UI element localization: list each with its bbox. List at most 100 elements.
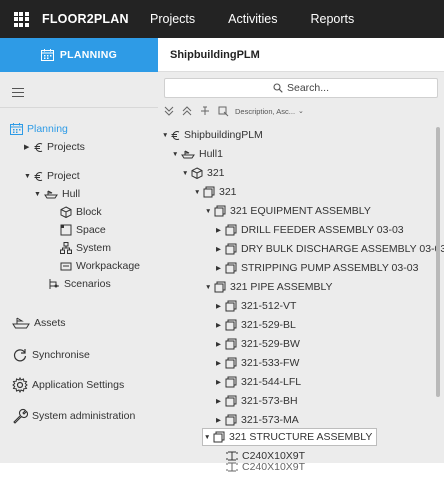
caret-down-icon[interactable]: ▼	[205, 208, 214, 215]
assembly-icon	[225, 414, 237, 426]
tree-node-pipe-child[interactable]: ▶ 321-533-FW	[216, 354, 299, 372]
tree-node-structure-child[interactable]: C240X10X9T	[226, 461, 305, 473]
tree-node-equipment-child[interactable]: ▶ DRILL FEEDER ASSEMBLY 03-03	[216, 221, 404, 239]
ship-icon	[181, 150, 195, 159]
sort-icon	[218, 106, 229, 116]
assembly-icon	[225, 243, 237, 255]
assembly-icon	[225, 338, 237, 350]
grid-icon	[13, 11, 29, 27]
workpackage-icon	[60, 262, 72, 271]
planning-mode-label: PLANNING	[59, 49, 118, 61]
caret-right-icon[interactable]: ▶	[216, 378, 225, 386]
caret-down-icon[interactable]: ▼	[24, 173, 34, 180]
sidebar-item-label: Hull	[62, 188, 81, 200]
sidebar-item-assets[interactable]: Assets	[12, 316, 66, 329]
caret-down-icon[interactable]: ▼	[182, 170, 191, 177]
nav-projects[interactable]: Projects	[150, 12, 195, 26]
menu-toggle-button[interactable]	[0, 78, 158, 108]
tree-node-label: 321 STRUCTURE ASSEMBLY	[229, 431, 373, 443]
sidebar-item-label: Synchronise	[32, 349, 90, 361]
sidebar-item-synchronise[interactable]: Synchronise	[12, 347, 90, 363]
tree-node-pipe-child[interactable]: ▶ 321-573-BH	[216, 392, 298, 410]
sidebar-item-block[interactable]: Block	[60, 206, 102, 218]
planning-mode-button[interactable]: PLANNING	[0, 38, 158, 72]
search-icon	[273, 83, 283, 93]
caret-right-icon[interactable]: ▶	[216, 302, 225, 310]
caret-right-icon[interactable]: ▶	[216, 264, 225, 272]
tree-node-pipe-child[interactable]: ▶ 321-512-VT	[216, 297, 296, 315]
sidebar-item-system-administration[interactable]: System administration	[12, 408, 135, 424]
sidebar-item-label: Project	[47, 170, 80, 182]
tree-node-pipe-child[interactable]: ▶ 321-573-MA	[216, 411, 299, 429]
tree-node-label: 321-529-BW	[241, 338, 300, 350]
caret-down-icon[interactable]: ▼	[162, 132, 171, 139]
tree-node-root[interactable]: ▼ ShipbuildingPLM	[162, 126, 263, 144]
tree-node-block[interactable]: ▼ 321	[182, 164, 225, 182]
ship-icon	[44, 190, 58, 199]
caret-right-icon[interactable]: ▶	[216, 416, 225, 424]
sync-icon	[13, 349, 27, 362]
caret-right-icon[interactable]: ▶	[216, 340, 225, 348]
chevron-down-icon[interactable]: ⌄	[298, 107, 304, 115]
assembly-icon	[214, 281, 226, 293]
caret-down-icon[interactable]: ▼	[204, 434, 213, 441]
caret-right-icon[interactable]: ▶	[216, 397, 225, 405]
search-input[interactable]: Search...	[164, 78, 438, 98]
sidebar-item-label: Scenarios	[64, 278, 111, 290]
tree-node-assembly[interactable]: ▼ 321	[194, 183, 237, 201]
sidebar-item-project[interactable]: ▼ Project	[24, 170, 80, 182]
plus-icon	[201, 106, 209, 115]
tree-node-pipe-assembly[interactable]: ▼ 321 PIPE ASSEMBLY	[205, 278, 333, 296]
tree-node-equipment-child[interactable]: ▶ DRY BULK DISCHARGE ASSEMBLY 03-03	[216, 240, 444, 258]
sidebar-item-application-settings[interactable]: Application Settings	[12, 377, 124, 393]
sidebar-item-label: Workpackage	[76, 260, 141, 272]
sort-button[interactable]	[218, 106, 229, 117]
sidebar-item-projects[interactable]: ▶ Projects	[24, 141, 85, 153]
tree-node-hull[interactable]: ▼ Hull1	[172, 145, 223, 163]
tree-node-pipe-child[interactable]: ▶ 321-529-BL	[216, 316, 296, 334]
sidebar-item-planning[interactable]: Planning	[10, 123, 68, 135]
caret-right-icon[interactable]: ▶	[216, 245, 225, 253]
tree-node-label: 321	[219, 186, 237, 198]
sidebar-item-label: Projects	[47, 141, 85, 153]
tree-node-equipment-child[interactable]: ▶ STRIPPING PUMP ASSEMBLY 03-03	[216, 259, 418, 277]
caret-right-icon[interactable]: ▶	[216, 359, 225, 367]
sort-dropdown[interactable]: Description, Asc...	[235, 107, 295, 116]
calendar-icon	[40, 49, 54, 61]
sidebar-item-scenarios[interactable]: Scenarios	[48, 278, 111, 290]
nav-reports[interactable]: Reports	[310, 12, 354, 26]
tree-scrollbar[interactable]	[436, 127, 440, 397]
caret-down-icon[interactable]: ▼	[194, 189, 203, 196]
tree-node-label: ShipbuildingPLM	[184, 129, 263, 141]
cube-icon	[60, 206, 72, 218]
tree-panel: Search... Description, Asc... ⌄ ▼ Shipbu…	[158, 72, 444, 463]
app-launcher-button[interactable]	[6, 0, 36, 38]
caret-right-icon[interactable]: ▶	[24, 143, 34, 151]
tree-node-label: 321-573-MA	[241, 414, 299, 426]
system-icon	[60, 242, 72, 254]
sidebar-item-system[interactable]: System	[60, 242, 111, 254]
assembly-icon	[225, 376, 237, 388]
expand-all-button[interactable]	[182, 106, 192, 116]
bottom-area: C240X10X9T	[0, 461, 444, 478]
sidebar-item-workpackage[interactable]: Workpackage	[60, 260, 140, 272]
caret-down-icon[interactable]: ▼	[205, 284, 214, 291]
nav-activities[interactable]: Activities	[228, 12, 277, 26]
tree: ▼ ShipbuildingPLM ▼ Hull1 ▼ 321 ▼ 321 ▼ …	[158, 122, 444, 463]
caret-right-icon[interactable]: ▶	[216, 321, 225, 329]
tree-node-equipment-assembly[interactable]: ▼ 321 EQUIPMENT ASSEMBLY	[205, 202, 371, 220]
caret-down-icon[interactable]: ▼	[172, 151, 181, 158]
tree-node-label: 321	[207, 167, 225, 179]
add-button[interactable]	[200, 106, 210, 116]
chevrons-up-icon	[182, 106, 192, 116]
tree-node-pipe-child[interactable]: ▶ 321-529-BW	[216, 335, 300, 353]
sidebar-item-hull[interactable]: ▼ Hull	[34, 188, 80, 200]
caret-down-icon[interactable]: ▼	[34, 191, 44, 198]
caret-right-icon[interactable]: ▶	[216, 226, 225, 234]
tree-node-label: DRILL FEEDER ASSEMBLY 03-03	[241, 224, 404, 236]
collapse-all-button[interactable]	[164, 106, 174, 116]
tree-node-pipe-child[interactable]: ▶ 321-544-LFL	[216, 373, 301, 391]
calendar-icon	[10, 123, 23, 135]
tree-node-structure-assembly[interactable]: ▼ 321 STRUCTURE ASSEMBLY	[202, 428, 378, 446]
sidebar-item-space[interactable]: Space	[60, 224, 106, 236]
